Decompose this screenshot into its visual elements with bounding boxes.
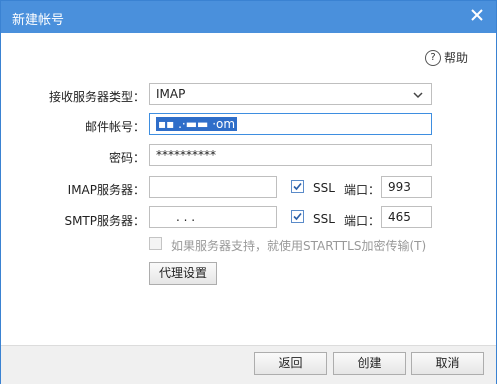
starttls-label: 如果服务器支持，就使用STARTTLS加密传输(T) [171,239,427,253]
imap-server-input[interactable] [149,176,277,198]
question-icon: ? [424,49,441,66]
smtp-port-input[interactable]: 465 [381,206,432,228]
smtp-port-label: 端口： [344,214,381,228]
help-link[interactable]: ? 帮助 [424,49,468,66]
checkmark-icon [293,212,302,221]
smtp-ssl-label: SSL [313,212,335,226]
create-button[interactable]: 创建 [333,352,406,375]
close-icon[interactable] [468,6,486,24]
imap-port-input[interactable]: 993 [381,176,432,198]
smtp-port-value: 465 [388,210,411,224]
email-account-value: ▪▪ .·▬▬ ·om [156,117,238,131]
cancel-button[interactable]: 取消 [411,352,484,375]
proxy-settings-button[interactable]: 代理设置 [149,262,217,285]
password-value: ********** [156,148,216,162]
smtp-ssl-checkbox[interactable] [291,210,304,223]
account-label: 邮件帐号： [84,120,145,134]
smtp-server-input[interactable]: . . . [149,206,277,228]
imap-ssl-checkbox[interactable] [291,180,304,193]
server-type-label: 接收服务器类型： [48,90,145,104]
dialog-title: 新建帐号 [12,13,65,28]
email-account-input[interactable]: ▪▪ .·▬▬ ·om [149,113,432,135]
starttls-checkbox[interactable] [149,237,162,250]
help-label: 帮助 [443,51,468,65]
imap-port-value: 993 [388,180,411,194]
server-type-value: IMAP [156,87,186,101]
new-account-dialog: 新建帐号 ? 帮助 接收服务器类型： IMAP 邮件帐号： ▪▪ .·▬▬ ·o… [0,0,497,384]
password-label: 密码： [108,151,145,165]
checkmark-icon [293,182,302,191]
imap-port-label: 端口： [344,183,381,197]
password-input[interactable]: ********** [149,144,432,166]
server-type-select[interactable]: IMAP [149,83,432,105]
smtp-server-label: SMTP服务器： [64,214,145,228]
smtp-server-value: . . . [176,210,196,224]
imap-server-label: IMAP服务器： [67,183,145,197]
title-bar: 新建帐号 [1,1,496,33]
chevron-down-icon [413,89,423,99]
imap-ssl-label: SSL [313,181,335,195]
back-button[interactable]: 返回 [254,352,327,375]
